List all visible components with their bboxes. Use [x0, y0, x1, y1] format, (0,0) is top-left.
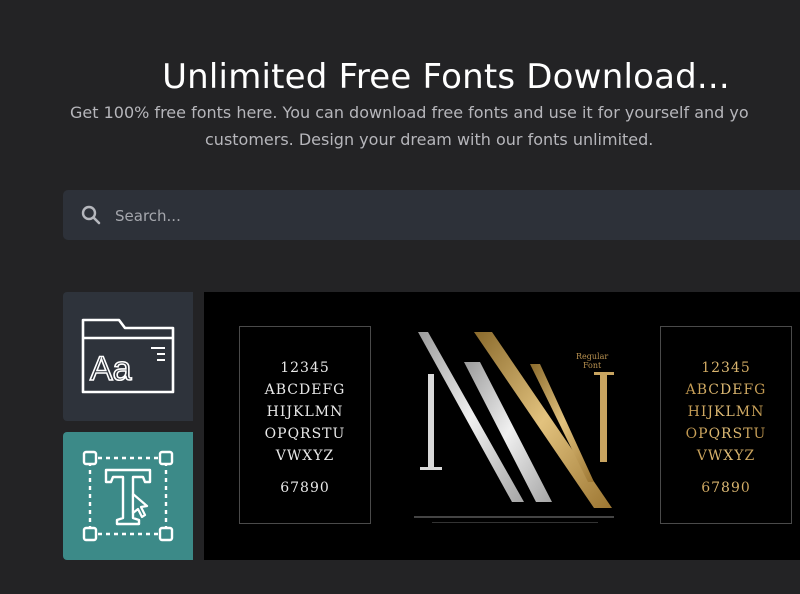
page-title: Unlimited Free Fonts Download... — [162, 56, 730, 97]
fine-print-line — [432, 522, 598, 523]
subtitle-line-2: customers. Design your dream with our fo… — [205, 130, 654, 149]
font-category-tile[interactable]: Aa — [63, 292, 193, 421]
glyph-card-gold: 12345 ABCDEFG HIJKLMN OPQRSTU VWXYZ 6789… — [660, 326, 792, 524]
glyph-card-silver: 12345 ABCDEFG HIJKLMN OPQRSTU VWXYZ 6789… — [239, 326, 371, 524]
glyph-line: 12345 — [280, 360, 330, 376]
glyph-line: OPQRSTU — [264, 426, 346, 442]
mw-monogram-icon — [418, 332, 614, 508]
glyph-line: 67890 — [280, 480, 330, 496]
glyph-line: HIJKLMN — [661, 401, 791, 423]
glyph-line: ABCDEFG — [264, 382, 346, 398]
glyph-line: HIJKLMN — [266, 404, 344, 420]
font-preview-image[interactable]: 12345 ABCDEFG HIJKLMN OPQRSTU VWXYZ 6789… — [204, 292, 800, 560]
search-bar[interactable] — [63, 190, 800, 242]
glyph-line: ABCDEFG — [661, 379, 791, 401]
text-tool-tile[interactable] — [63, 432, 193, 560]
page-subtitle: Get 100% free fonts here. You can downlo… — [70, 99, 800, 153]
glyph-line: VWXYZ — [275, 448, 335, 464]
font-folder-icon: Aa — [81, 318, 175, 394]
search-icon[interactable] — [81, 205, 101, 225]
search-input[interactable] — [113, 190, 797, 242]
glyph-line: VWXYZ — [661, 445, 791, 467]
regular-font-label: Regular Font — [576, 352, 609, 370]
fine-print-line — [414, 516, 614, 518]
font-sample-label: Aa — [90, 350, 132, 388]
cursor-icon — [131, 492, 149, 519]
glyph-line: 12345 — [661, 327, 791, 379]
text-transform-icon — [82, 450, 174, 542]
glyph-line: 67890 — [661, 467, 791, 499]
glyph-line: OPQRSTU — [661, 423, 791, 445]
subtitle-line-1: Get 100% free fonts here. You can downlo… — [70, 103, 749, 122]
